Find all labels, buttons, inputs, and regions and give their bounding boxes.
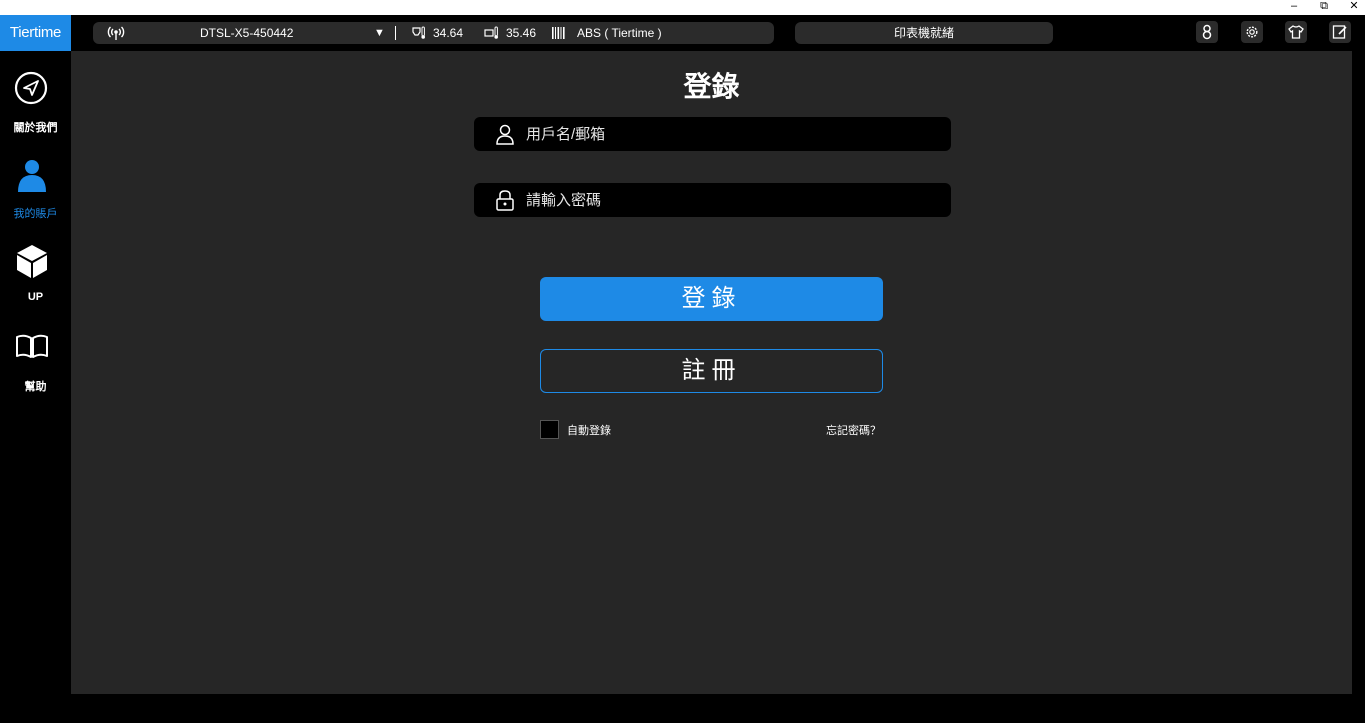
sidebar-item-label: 我的賬戶 <box>13 208 58 220</box>
printer-status-pill[interactable]: DTSL-X5-450442 ▼ 34.64 35.46 ABS (Tiert… <box>93 22 774 44</box>
close-button[interactable]: ✕ <box>1341 0 1365 15</box>
sidebar-item-label: 關於我們 <box>13 122 58 134</box>
bed-temp-icon <box>484 26 500 45</box>
filament-icon <box>551 26 567 45</box>
sidebar-item-up[interactable]: UP <box>0 239 71 319</box>
bed-temperature: 35.46 <box>506 26 537 40</box>
calibration-icon[interactable] <box>1196 21 1218 43</box>
auto-login-checkbox[interactable] <box>540 420 559 439</box>
bottom-border <box>71 694 1365 723</box>
cube-icon <box>17 245 47 278</box>
sidebar-item-label: UP <box>27 291 44 303</box>
material-label: ABS ( Tiertime ) <box>577 26 662 40</box>
username-field[interactable] <box>474 117 951 151</box>
right-border <box>1352 51 1365 694</box>
status-bar: DTSL-X5-450442 ▼ 34.64 35.46 ABS (Tiert… <box>71 15 1365 51</box>
send-icon <box>14 71 48 105</box>
username-input[interactable] <box>526 117 936 151</box>
nozzle-temperature: 34.64 <box>433 26 464 40</box>
divider <box>395 26 396 40</box>
forgot-password-link[interactable]: 忘記密碼？ <box>771 422 881 438</box>
nozzle-temp-icon <box>411 26 427 45</box>
user-icon <box>18 160 46 192</box>
window-title-bar: – ⧉ ✕ <box>0 0 1365 15</box>
printer-name: DTSL-X5-450442 <box>200 26 294 40</box>
login-button[interactable]: 登錄 <box>540 277 883 321</box>
sidebar: 關於我們 我的賬戶 UP 幫助 <box>0 51 71 723</box>
minimize-button[interactable]: – <box>1281 0 1307 15</box>
restore-button[interactable]: ⧉ <box>1311 0 1337 15</box>
printer-ready-pill: 印表機就緒 <box>795 22 1053 44</box>
printer-dropdown-arrow[interactable]: ▼ <box>374 22 385 44</box>
password-input[interactable] <box>526 183 936 217</box>
tshirt-icon[interactable] <box>1285 21 1307 43</box>
register-button[interactable]: 註冊 <box>540 349 883 393</box>
auto-login-label: 自動登錄 <box>567 425 611 437</box>
sidebar-item-help[interactable]: 幫助 <box>0 325 71 405</box>
wifi-icon <box>107 25 125 46</box>
user-outline-icon <box>496 124 514 145</box>
sidebar-item-about[interactable]: 關於我們 <box>0 67 71 147</box>
printer-ready-status: 印表機就緒 <box>893 26 954 40</box>
password-field[interactable] <box>474 183 951 217</box>
sidebar-item-account[interactable]: 我的賬戶 <box>0 153 71 233</box>
edit-icon[interactable] <box>1329 21 1351 43</box>
gear-icon[interactable] <box>1241 21 1263 43</box>
lock-icon <box>496 190 514 211</box>
login-panel: 登錄 登錄 註冊 自動登錄 忘記密碼？ <box>71 51 1352 694</box>
book-icon <box>16 334 48 358</box>
app-logo: Tiertime <box>0 15 71 51</box>
sidebar-item-label: 幫助 <box>24 381 47 393</box>
page-title: 登錄 <box>683 71 740 102</box>
